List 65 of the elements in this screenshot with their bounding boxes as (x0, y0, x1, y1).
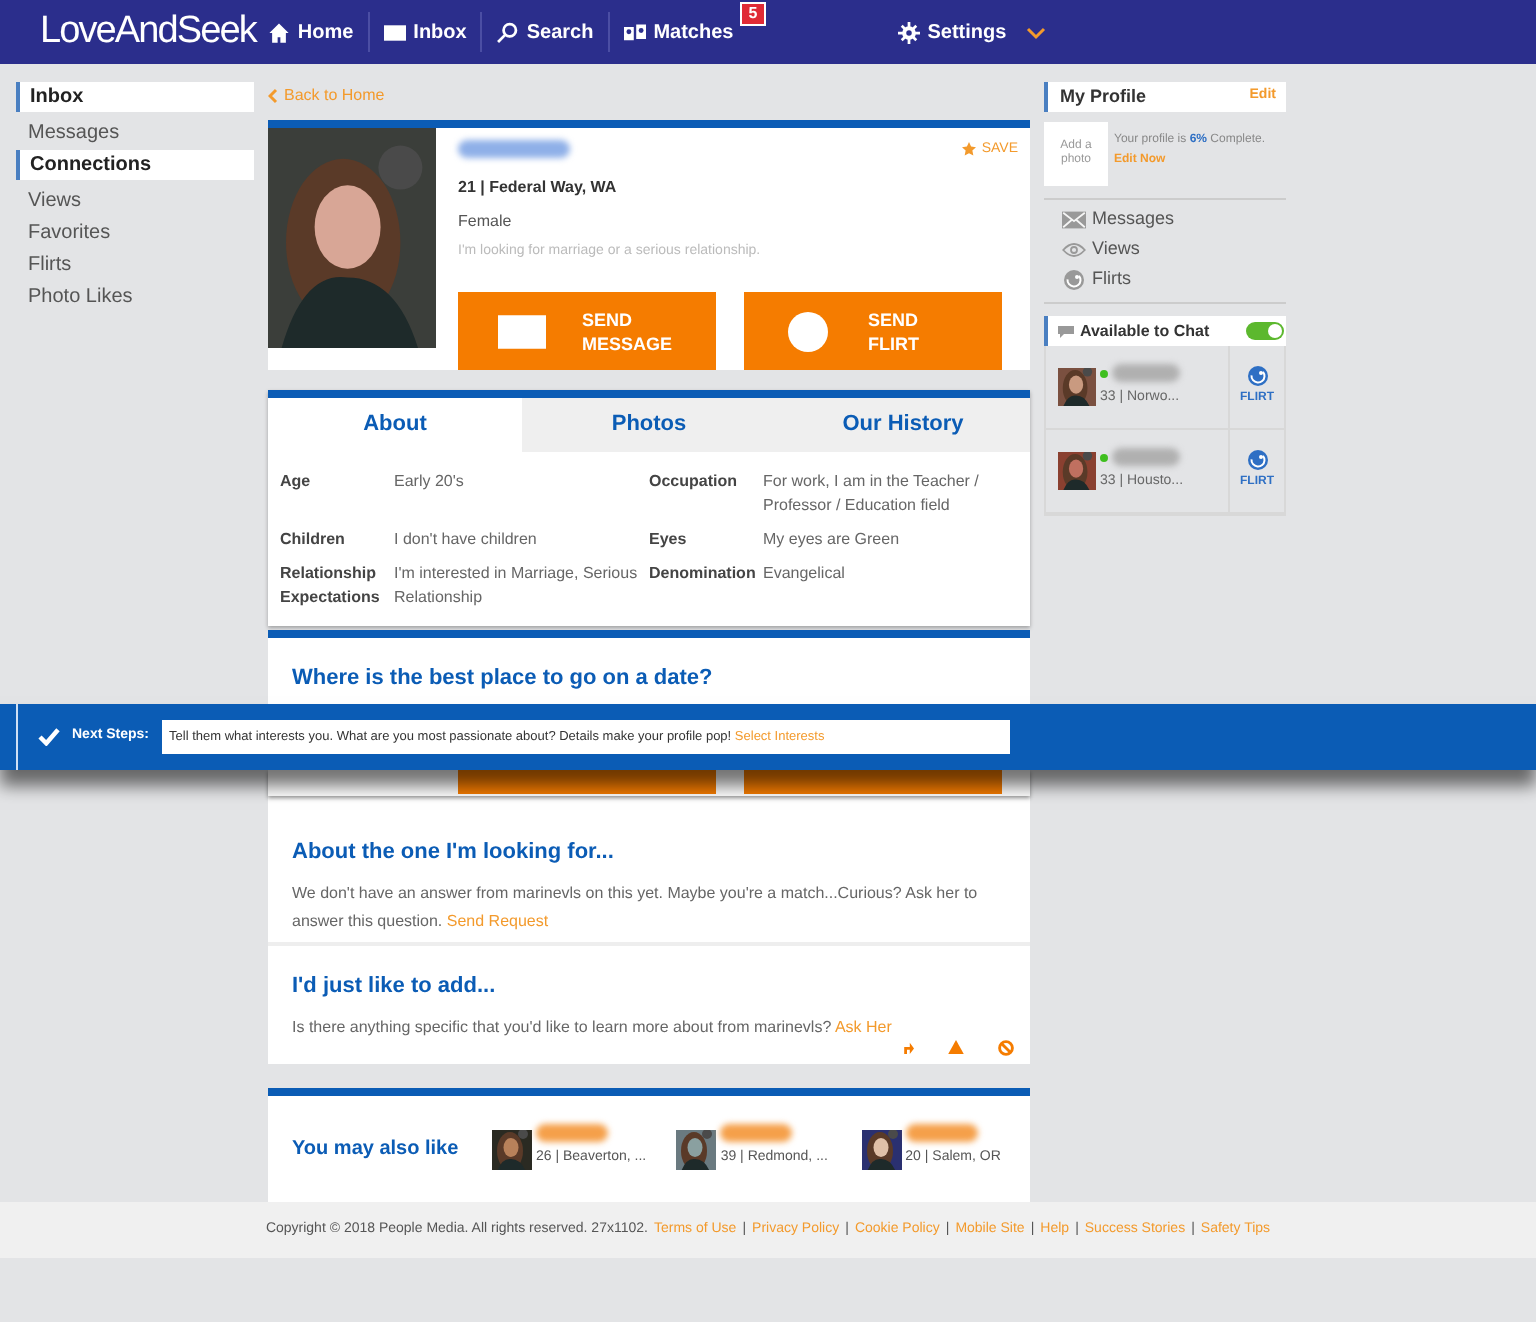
gender-text: Female (458, 209, 514, 233)
chat-bubble-icon (1058, 325, 1074, 337)
sidebar-item[interactable]: Messages (16, 118, 254, 148)
field-label: Eyes (649, 528, 689, 552)
chevron-left-icon (268, 88, 278, 104)
settings-menu[interactable]: Settings (897, 17, 1047, 47)
profile-link[interactable]: Messages (1062, 206, 1286, 234)
my-profile-title: My Profile (1060, 83, 1147, 110)
sidebar-item[interactable]: Flirts (16, 250, 254, 280)
chevron-down-icon (1026, 25, 1047, 39)
request-link[interactable]: Send Request (446, 911, 549, 929)
tab[interactable]: About (268, 398, 522, 452)
logo: LoveAndSeek (40, 7, 256, 56)
field-value: My eyes are Green (763, 528, 902, 552)
field-label: Children (280, 528, 347, 552)
field-value: Evangelical (763, 562, 847, 586)
question-text: We don't have an answer from marinevls on this yet. Maybe you're a match...Curious? Ask her to answer this question. Send Request (292, 881, 980, 934)
question-title: About the one I'm looking for... (292, 838, 616, 868)
request-link[interactable]: Ask Her (834, 1017, 892, 1035)
blurred-name (905, 1124, 978, 1142)
search-icon (496, 21, 519, 43)
tab[interactable]: Our History (776, 398, 1030, 452)
profile-link[interactable]: Views (1062, 236, 1286, 264)
send-flirt-button[interactable]: SEND FLIRT (744, 292, 1002, 370)
send-message-button[interactable]: SEND MESSAGE (458, 292, 716, 370)
blurred-name (536, 1124, 608, 1142)
nav-link[interactable]: Search (492, 17, 598, 47)
suggestions-title: You may also like (292, 1136, 461, 1164)
question-title: I'd just like to add... (292, 972, 498, 1002)
star-icon (961, 142, 976, 157)
nav-link[interactable]: Home (263, 17, 358, 47)
field-label: Occupation (649, 470, 740, 494)
settings-icon (897, 21, 920, 43)
tab[interactable]: Photos (522, 398, 776, 452)
sidebar-item[interactable]: Favorites (16, 218, 254, 248)
blurred-name (1112, 364, 1180, 383)
field-value: I'm interested in Marriage, Serious Relationship (394, 562, 640, 610)
reply-icon[interactable] (900, 1040, 914, 1054)
field-label: Denomination (649, 562, 758, 586)
block-icon[interactable] (998, 1040, 1014, 1056)
blurred-name (720, 1124, 793, 1142)
warning-icon[interactable] (948, 1040, 964, 1054)
people-icon (623, 21, 646, 43)
eye-icon (1062, 240, 1086, 260)
question-text: Is there anything specific that you'd like to learn more about from marinevls? Ask Her (292, 1015, 894, 1040)
home-icon (267, 21, 290, 43)
sidebar-item[interactable]: Views (16, 186, 254, 216)
nav-link[interactable]: Inbox (379, 17, 471, 47)
sidebar-item[interactable]: Photo Likes (16, 282, 254, 312)
question-title: Where is the best place to go on a date? (292, 664, 715, 694)
blurred-name (458, 140, 570, 159)
profile-link[interactable]: Flirts (1062, 266, 1286, 294)
age-location: 21 | Federal Way, WA (458, 175, 619, 199)
blurred-name (1112, 448, 1180, 467)
field-value: For work, I am in the Teacher / Professor / Education field (763, 470, 981, 518)
field-value: I don't have children (394, 528, 539, 552)
chat-toggle[interactable] (1246, 322, 1284, 340)
checkmark-icon (38, 728, 60, 746)
chat-title: Available to Chat (1080, 319, 1210, 343)
field-value: Early 20's (394, 470, 466, 494)
sidebar-heading[interactable]: Inbox (16, 82, 254, 112)
count-badge: 5 (740, 1, 766, 25)
sidebar-heading[interactable]: Connections (16, 150, 254, 180)
field-label: Relationship Expectations (280, 562, 382, 610)
field-label: Age (280, 470, 313, 494)
